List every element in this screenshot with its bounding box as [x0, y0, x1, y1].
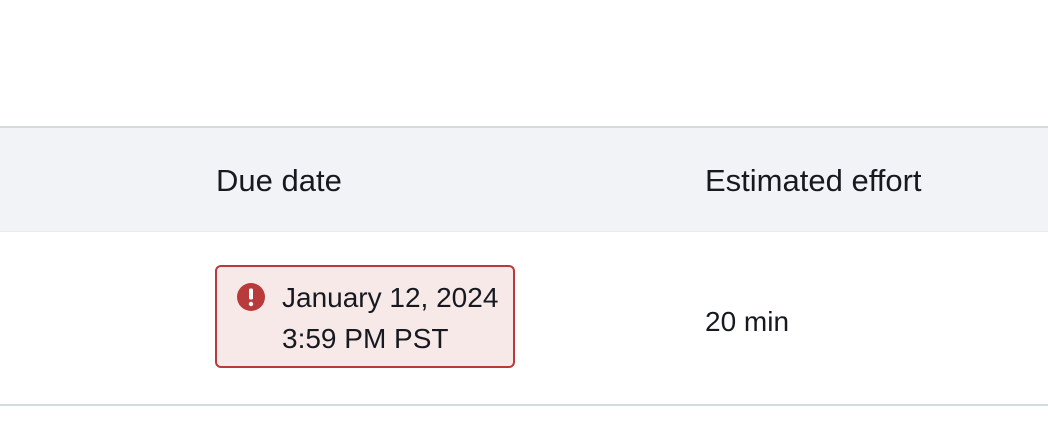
table-header-row: Due date Estimated effort: [0, 126, 1048, 232]
estimated-effort-value: 20 min: [705, 306, 790, 337]
page: Due date Estimated effort January 12, 20…: [0, 0, 1048, 424]
due-date-value: January 12, 2024: [282, 282, 499, 313]
due-date-overdue-badge: January 12, 2024 3:59 PM PST: [215, 265, 515, 368]
table-row: January 12, 2024 3:59 PM PST 20 min: [0, 232, 1048, 406]
due-time-value: 3:59 PM PST: [282, 323, 449, 354]
exclamation-circle-icon: [237, 283, 265, 311]
due-date-text: January 12, 2024 3:59 PM PST: [282, 277, 498, 359]
tasks-table: Due date Estimated effort January 12, 20…: [0, 126, 1048, 406]
column-header-due-date[interactable]: Due date: [216, 162, 342, 200]
column-header-estimated-effort[interactable]: Estimated effort: [705, 162, 922, 200]
